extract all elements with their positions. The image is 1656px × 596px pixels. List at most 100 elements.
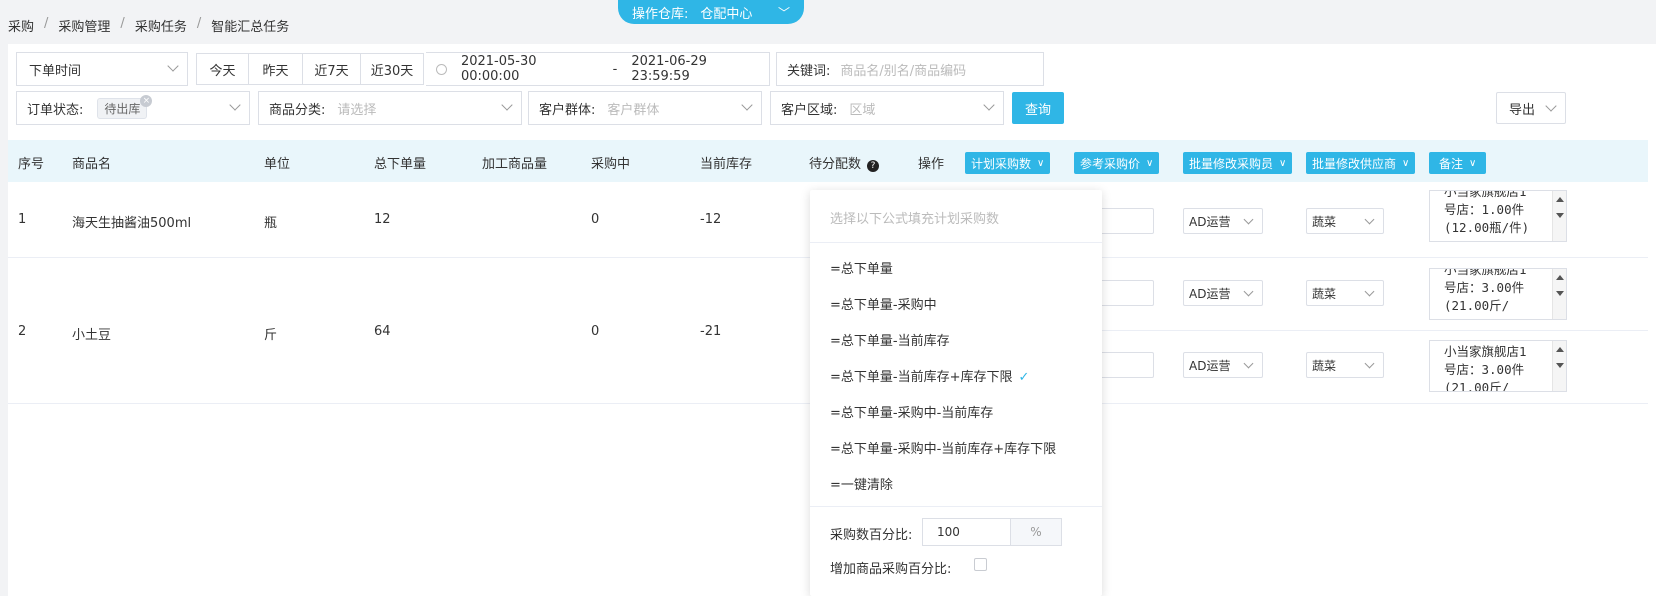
formula-option-total-minus-stock[interactable]: =总下单量-当前库存	[830, 330, 950, 349]
keyword-input[interactable]: 商品名/别名/商品编码	[840, 60, 966, 79]
date-range-picker[interactable]: 2021-05-30 00:00:00 - 2021-06-29 23:59:5…	[426, 52, 770, 86]
row-total-order: 12	[374, 212, 391, 227]
planned-qty-label: 计划采购数	[971, 156, 1032, 171]
col-seq: 序号	[18, 157, 45, 172]
scroll-up-icon[interactable]	[1556, 275, 1564, 280]
close-icon[interactable]: ×	[140, 94, 153, 107]
row-stock: -12	[700, 212, 722, 227]
help-icon[interactable]: ?	[867, 160, 880, 172]
category-select[interactable]: 商品分类: 请选择	[258, 91, 522, 125]
buyer-value: AD运营	[1189, 358, 1231, 373]
row-purchasing: 0	[591, 324, 600, 339]
buyer-select[interactable]: AD运营	[1183, 352, 1263, 378]
buyer-value: AD运营	[1189, 214, 1231, 229]
formula-option-total-minus-stock-plus-min[interactable]: =总下单量-当前库存+库存下限 ✓	[830, 366, 1029, 385]
chevron-down-icon	[167, 60, 179, 72]
breadcrumb-item[interactable]: 采购	[8, 16, 34, 35]
row-stock: -21	[700, 324, 722, 339]
supplier-value: 蔬菜	[1312, 286, 1337, 301]
note-line: 号店：3.00件	[1444, 362, 1525, 377]
buyer-select[interactable]: AD运营	[1183, 208, 1263, 234]
category-label: 商品分类:	[269, 102, 326, 118]
ref-price-dropdown-button[interactable]: 参考采购价 ∨	[1074, 152, 1160, 174]
order-status-tag: 待出库 ×	[97, 94, 153, 119]
col-total-order: 总下单量	[374, 157, 427, 172]
chevron-down-icon	[741, 99, 753, 111]
row-name[interactable]: 海天生抽酱油500ml	[72, 212, 191, 231]
scroll-down-icon[interactable]	[1556, 291, 1564, 296]
range-7days-button[interactable]: 近7天	[303, 54, 361, 84]
formula-option-clear[interactable]: =一键清除	[830, 474, 893, 493]
customer-region-select[interactable]: 客户区域: 区域	[770, 91, 1004, 125]
customer-region-label: 客户区域:	[781, 102, 838, 118]
customer-group-placeholder: 客户群体	[607, 102, 660, 118]
formula-option-total[interactable]: =总下单量	[830, 258, 893, 277]
col-name: 商品名	[72, 157, 112, 172]
chevron-down-icon: ∨	[1402, 157, 1410, 169]
range-today-button[interactable]: 今天	[197, 54, 249, 84]
query-button[interactable]: 查询	[1012, 92, 1064, 124]
remark-dropdown-button[interactable]: 备注 ∨	[1429, 152, 1487, 174]
warehouse-selector[interactable]: 操作仓库: 仓配中心 ﹀	[618, 0, 804, 24]
buyer-select[interactable]: AD运营	[1183, 280, 1263, 306]
chevron-down-icon	[501, 99, 513, 111]
chevron-down-icon: ∨	[1037, 157, 1045, 169]
scroll-up-icon[interactable]	[1556, 197, 1564, 202]
export-label: 导出	[1509, 102, 1536, 118]
breadcrumb-item[interactable]: 采购任务	[135, 16, 187, 35]
range-30days-button[interactable]: 近30天	[361, 54, 423, 84]
scrollbar[interactable]	[1552, 341, 1566, 391]
batch-supplier-dropdown-button[interactable]: 批量修改供应商 ∨	[1306, 152, 1416, 174]
chevron-down-icon: ∨	[1469, 157, 1477, 169]
order-status-select[interactable]: 订单状态: 待出库 ×	[16, 91, 250, 125]
note-line: 小当家旗舰店1	[1444, 344, 1527, 359]
menu-divider	[810, 242, 1102, 243]
remark-label: 备注	[1439, 156, 1464, 171]
row-unit: 斤	[264, 328, 278, 343]
supplier-select[interactable]: 蔬菜	[1306, 280, 1384, 306]
supplier-select[interactable]: 蔬菜	[1306, 352, 1384, 378]
supplier-select[interactable]: 蔬菜	[1306, 208, 1384, 234]
supplier-value: 蔬菜	[1312, 214, 1337, 229]
formula-option-total-minus-purchasing-minus-stock-plus-min[interactable]: =总下单量-采购中-当前库存+库存下限	[830, 438, 1056, 457]
sub-row-divider	[1064, 330, 1648, 331]
chevron-down-icon	[983, 99, 995, 111]
customer-group-select[interactable]: 客户群体: 客户群体	[528, 91, 762, 125]
range-yesterday-button[interactable]: 昨天	[249, 54, 303, 84]
scrollbar[interactable]	[1552, 191, 1566, 241]
scroll-down-icon[interactable]	[1556, 213, 1564, 218]
percent-input[interactable]: 100	[922, 518, 1010, 546]
scrollbar[interactable]	[1552, 269, 1566, 319]
batch-buyer-label: 批量修改采购员	[1189, 156, 1274, 171]
breadcrumb: 采购 / 采购管理 / 采购任务 / 智能汇总任务	[8, 16, 290, 35]
planned-qty-dropdown-button[interactable]: 计划采购数 ∨	[965, 152, 1051, 174]
batch-buyer-dropdown-button[interactable]: 批量修改采购员 ∨	[1183, 152, 1293, 174]
remark-textarea[interactable]: 小当家旗舰店1 号店：1.00件 (12.00瓶/件)	[1429, 190, 1567, 242]
add-percent-checkbox[interactable]	[974, 558, 987, 571]
note-line: (12.00瓶/件)	[1444, 220, 1530, 235]
scroll-up-icon[interactable]	[1556, 347, 1564, 352]
chevron-down-icon	[1243, 214, 1254, 225]
col-purchasing: 采购中	[591, 157, 631, 172]
row-seq: 2	[18, 324, 27, 339]
date-separator: -	[612, 61, 618, 77]
formula-option-total-minus-purchasing[interactable]: =总下单量-采购中	[830, 294, 937, 313]
export-button[interactable]: 导出	[1496, 92, 1566, 124]
chevron-down-icon: ∨	[1279, 157, 1287, 169]
time-type-select[interactable]: 下单时间	[16, 52, 188, 86]
remark-textarea[interactable]: 小当家旗舰店1 号店：3.00件 (21.00斤/	[1429, 340, 1567, 392]
chevron-down-icon	[1364, 358, 1375, 369]
date-end: 2021-06-29 23:59:59	[631, 54, 707, 84]
chevron-down-icon	[1545, 100, 1557, 112]
formula-option-label: =总下单量-当前库存+库存下限	[830, 370, 1013, 385]
col-pending-label: 待分配数	[809, 157, 862, 172]
table-header: 序号 商品名 单位 总下单量 加工商品量 采购中 当前库存 待分配数? 操作 计…	[8, 140, 1648, 182]
keyword-field[interactable]: 关键词: 商品名/别名/商品编码	[776, 52, 1044, 86]
remark-textarea[interactable]: 小当家旗舰店1 号店：3.00件 (21.00斤/	[1429, 268, 1567, 320]
breadcrumb-item[interactable]: 采购管理	[58, 16, 110, 35]
row-name[interactable]: 小土豆	[72, 324, 111, 343]
scroll-down-icon[interactable]	[1556, 363, 1564, 368]
chevron-down-icon	[1243, 286, 1254, 297]
tag-text: 待出库	[104, 101, 141, 116]
formula-option-total-minus-purchasing-minus-stock[interactable]: =总下单量-采购中-当前库存	[830, 402, 993, 421]
